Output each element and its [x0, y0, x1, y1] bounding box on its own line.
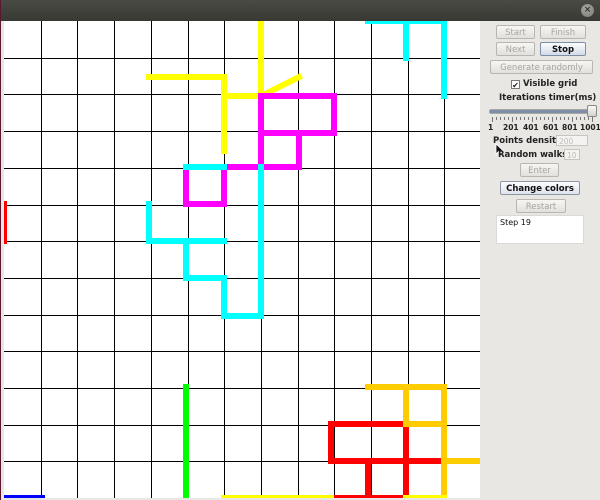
slider-tick: [536, 117, 537, 120]
drawing-canvas[interactable]: [4, 21, 480, 498]
slider-tick: [532, 117, 533, 122]
slider-tick: [544, 117, 545, 120]
close-window-button[interactable]: ×: [581, 4, 594, 17]
app-window: × Start Finish Next Stop Generate random…: [1, 0, 600, 500]
status-log: Step 19: [496, 215, 584, 244]
random-walk-path: [365, 384, 480, 498]
slider-tick: [520, 117, 521, 120]
slider-tick: [564, 117, 565, 120]
slider-tick: [588, 117, 589, 120]
stop-button[interactable]: Stop: [540, 42, 586, 56]
slider-tick: [524, 117, 525, 120]
random-walks-field[interactable]: 10: [564, 149, 580, 160]
slider-tick: [504, 117, 505, 120]
points-density-label: Points density:: [493, 136, 565, 146]
slider-tick: [528, 117, 529, 120]
next-button[interactable]: Next: [496, 42, 535, 56]
finish-button[interactable]: Finish: [540, 25, 586, 39]
visible-grid-label: Visible grid: [523, 79, 578, 89]
slider-tick: [508, 117, 509, 120]
iterations-slider-thumb[interactable]: [587, 105, 597, 117]
tick-label: 1: [488, 123, 494, 132]
title-bar: ×: [1, 0, 600, 21]
iterations-timer-label: Iterations timer(ms): [499, 93, 597, 103]
tick-label: 1001: [580, 123, 600, 132]
visible-grid-checkbox[interactable]: ✔: [511, 80, 520, 90]
slider-tick: [580, 117, 581, 120]
slider-tick: [572, 117, 573, 122]
iterations-slider-track[interactable]: [489, 109, 595, 114]
slider-tick: [592, 117, 593, 122]
slider-tick: [556, 117, 557, 120]
slider-tick: [512, 117, 513, 122]
restart-button[interactable]: Restart: [516, 199, 566, 213]
slider-tick: [500, 117, 501, 120]
slider-tick: [492, 117, 493, 122]
generate-randomly-button[interactable]: Generate randomly: [490, 60, 593, 74]
slider-tick: [552, 117, 553, 122]
tick-label: 801: [562, 123, 578, 132]
slider-tick: [584, 117, 585, 120]
slider-tick: [548, 117, 549, 120]
grid-layer: [4, 21, 480, 498]
start-button[interactable]: Start: [496, 25, 535, 39]
change-colors-button[interactable]: Change colors: [500, 181, 580, 195]
random-walks-label: Random walks:: [498, 150, 571, 160]
points-density-field[interactable]: 200: [556, 135, 588, 146]
slider-tick: [560, 117, 561, 120]
tick-label: 401: [523, 123, 539, 132]
enter-button[interactable]: Enter: [520, 163, 559, 177]
slider-tick: [496, 117, 497, 120]
slider-tick: [568, 117, 569, 120]
tick-label: 201: [503, 123, 519, 132]
control-panel: Start Finish Next Stop Generate randomly…: [483, 21, 600, 498]
slider-tick: [576, 117, 577, 120]
iterations-slider-fill: [490, 110, 594, 113]
slider-tick: [516, 117, 517, 120]
tick-label: 601: [543, 123, 559, 132]
slider-tick: [540, 117, 541, 120]
